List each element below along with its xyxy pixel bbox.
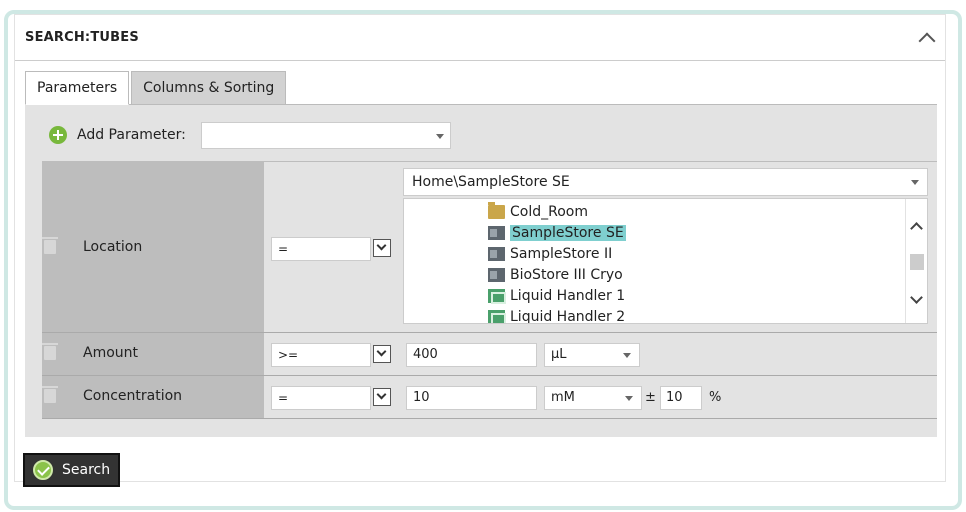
tree-item-cold-room[interactable]: Cold_Room xyxy=(488,202,588,222)
amount-value-input[interactable]: 400 xyxy=(406,343,537,367)
panel-header: SEARCH:TUBES xyxy=(15,15,945,61)
tree-item-label: Liquid Handler 1 xyxy=(510,288,626,304)
search-panel: SEARCH:TUBES Parameters Columns & Sortin… xyxy=(14,14,946,482)
tree-item-label: Liquid Handler 2 xyxy=(510,309,626,324)
plus-minus-sign: ± xyxy=(645,390,656,405)
add-parameter-dropdown[interactable] xyxy=(201,122,451,149)
sample-store-icon xyxy=(488,226,505,240)
tree-scrollbar[interactable] xyxy=(905,199,927,323)
tolerance-input[interactable]: 10 xyxy=(660,386,702,410)
delete-amount-trash-icon[interactable] xyxy=(42,343,58,360)
amount-label: Amount xyxy=(83,345,139,361)
checkmark-icon xyxy=(33,460,53,480)
tree-item-liquid-handler-2[interactable]: Liquid Handler 2 xyxy=(488,307,626,324)
tree-item-liquid-handler-1[interactable]: Liquid Handler 1 xyxy=(488,286,625,306)
panel-title: SEARCH:TUBES xyxy=(25,30,139,45)
dropdown-arrow-icon xyxy=(623,353,631,358)
liquid-handler-icon xyxy=(488,289,506,304)
amount-operator-dropdown-button[interactable] xyxy=(373,345,391,363)
concentration-operator-select[interactable]: = xyxy=(271,386,371,410)
amount-label-cell xyxy=(42,333,264,375)
dropdown-arrow-icon xyxy=(436,134,444,139)
chevron-down-icon xyxy=(376,346,387,357)
liquid-handler-icon xyxy=(488,310,506,323)
location-path-value: Home\SampleStore SE xyxy=(412,174,570,190)
concentration-operator-dropdown-button[interactable] xyxy=(373,388,391,406)
scroll-up-chevron-icon[interactable] xyxy=(910,222,923,235)
collapse-chevron-icon[interactable] xyxy=(918,32,936,49)
tree-item-label: BioStore III Cryo xyxy=(510,267,623,283)
sample-store-icon xyxy=(488,268,505,282)
tree-item-samplestore-ii[interactable]: SampleStore II xyxy=(488,244,612,264)
location-path-dropdown[interactable]: Home\SampleStore SE xyxy=(403,168,928,196)
folder-icon xyxy=(488,202,505,219)
tree-item-samplestore-se[interactable]: SampleStore SE xyxy=(488,223,626,243)
dropdown-arrow-icon xyxy=(625,396,633,401)
row-divider xyxy=(42,418,937,419)
location-label-cell xyxy=(42,162,264,332)
location-label: Location xyxy=(83,239,143,255)
tab-parameters[interactable]: Parameters xyxy=(25,71,130,105)
scroll-thumb[interactable] xyxy=(910,254,924,270)
tree-item-label: Cold_Room xyxy=(510,204,588,220)
tab-columns-sorting[interactable]: Columns & Sorting xyxy=(131,71,287,105)
tab-bar: Parameters Columns & Sorting xyxy=(25,71,287,105)
dropdown-arrow-icon xyxy=(911,180,919,185)
concentration-value-input[interactable]: 10 xyxy=(406,386,537,410)
delete-concentration-trash-icon[interactable] xyxy=(42,386,58,403)
location-tree: Cold_Room SampleStore SE SampleStore II … xyxy=(403,198,928,324)
tree-item-label: SampleStore SE xyxy=(510,225,626,241)
add-parameter-plus-icon[interactable] xyxy=(49,126,67,144)
concentration-unit-value: mM xyxy=(551,390,575,405)
delete-location-trash-icon[interactable] xyxy=(42,237,58,254)
add-parameter-label: Add Parameter: xyxy=(77,127,186,143)
concentration-label: Concentration xyxy=(83,388,183,404)
search-button-label: Search xyxy=(62,462,111,478)
parameters-area: Add Parameter: Location = Home\SampleSto… xyxy=(25,105,937,437)
tolerance-unit: % xyxy=(709,390,722,405)
add-parameter-row: Add Parameter: xyxy=(49,126,186,144)
amount-operator-select[interactable]: >= xyxy=(271,343,371,367)
amount-unit-value: µL xyxy=(551,347,567,362)
amount-unit-select[interactable]: µL xyxy=(544,343,640,367)
concentration-unit-select[interactable]: mM xyxy=(544,386,642,410)
tree-item-biostore-iii-cryo[interactable]: BioStore III Cryo xyxy=(488,265,623,285)
location-operator-dropdown-button[interactable] xyxy=(373,239,391,257)
search-button[interactable]: Search xyxy=(23,453,120,487)
sample-store-icon xyxy=(488,247,505,261)
location-operator-select[interactable]: = xyxy=(271,237,371,261)
tree-item-label: SampleStore II xyxy=(510,246,613,262)
chevron-down-icon xyxy=(376,389,387,400)
chevron-down-icon xyxy=(376,240,387,251)
scroll-down-chevron-icon[interactable] xyxy=(910,291,923,304)
